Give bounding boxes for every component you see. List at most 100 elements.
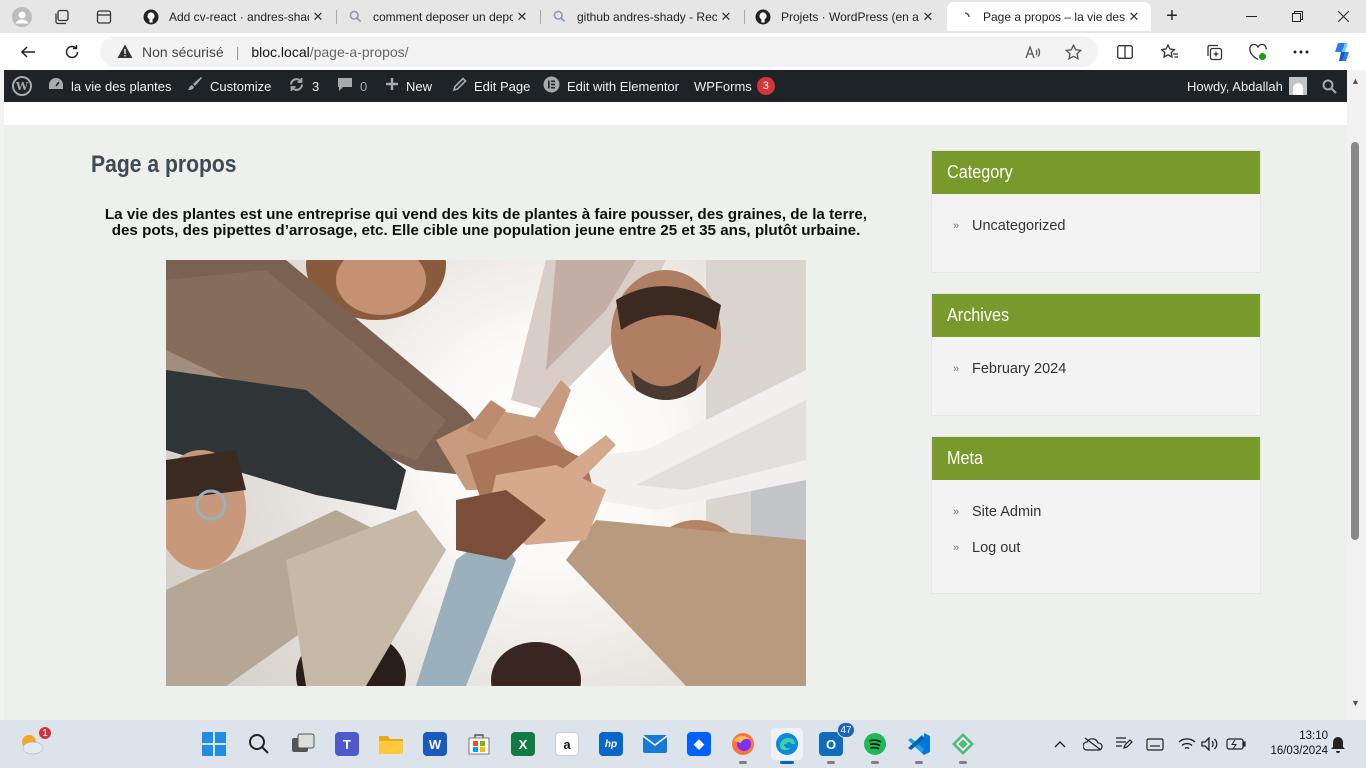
task-view-icon[interactable] <box>287 728 319 760</box>
wp-admin-bar: W la vie des plantes Customize 3 0 New E… <box>4 70 1347 102</box>
address-bar[interactable]: Non sécurisé | bloc.local/page-a-propos/ <box>100 36 1098 67</box>
security-label[interactable]: Non sécurisé <box>142 44 224 60</box>
pen-menu-icon[interactable] <box>1113 734 1135 754</box>
tab-title: Add cv-react · andres-shady <box>169 9 309 24</box>
url-host[interactable]: bloc.local <box>251 44 309 60</box>
tab-search-github[interactable]: github andres-shady - Recherche ✕ <box>541 2 745 31</box>
tab-title: Projets · WordPress (en anglais) <box>781 9 919 24</box>
browser-essentials-icon[interactable] <box>1243 37 1273 67</box>
firefox-icon[interactable] <box>727 728 759 764</box>
wifi-icon[interactable] <box>1176 734 1198 754</box>
updates-link[interactable]: 3 <box>288 70 319 102</box>
excel-icon[interactable]: X <box>507 728 539 760</box>
weather-badge: 1 <box>38 726 52 740</box>
scroll-up-icon[interactable]: ▲ <box>1351 76 1360 86</box>
log-out-link[interactable]: Log out <box>972 540 1020 556</box>
system-clock[interactable]: 13:10 16/03/2024 <box>1256 729 1328 759</box>
close-window-button[interactable] <box>1320 0 1366 33</box>
tab-github-projets[interactable]: Projets · WordPress (en anglais) ✕ <box>745 2 945 31</box>
hp-icon[interactable]: hp <box>595 728 627 760</box>
favorites-icon[interactable] <box>1155 37 1185 67</box>
customize-link[interactable]: Customize <box>187 70 271 102</box>
start-icon[interactable] <box>198 728 230 760</box>
search-icon[interactable] <box>1322 70 1337 102</box>
favorite-star-icon[interactable] <box>1063 42 1083 62</box>
mail-icon[interactable] <box>639 728 671 760</box>
edge-icon[interactable] <box>771 728 803 764</box>
list-item[interactable]: » Uncategorized <box>953 208 1260 244</box>
collections-icon[interactable] <box>1199 37 1229 67</box>
split-screen-icon[interactable] <box>1110 37 1140 67</box>
battery-icon[interactable] <box>1225 734 1247 754</box>
edit-with-elementor-link[interactable]: Edit with Elementor <box>543 70 679 102</box>
dropbox-icon[interactable]: ◆ <box>683 728 715 760</box>
tab-search-depot-git[interactable]: comment deposer un depot git ✕ <box>337 2 541 31</box>
archive-link[interactable]: February 2024 <box>972 361 1066 377</box>
updates-count: 3 <box>312 78 320 94</box>
wordpress-logo-icon[interactable]: W <box>12 70 32 102</box>
site-name-link[interactable]: la vie des plantes <box>48 70 171 102</box>
intro-paragraph: La vie des plantes est une entreprise qu… <box>104 206 868 239</box>
list-item[interactable]: » February 2024 <box>953 351 1260 387</box>
dashboard-icon <box>48 77 64 95</box>
file-explorer-icon[interactable] <box>375 728 407 760</box>
tab-title: github andres-shady - Recherche <box>577 9 717 24</box>
read-aloud-icon[interactable] <box>1023 42 1043 62</box>
page-title: Page a propos <box>91 151 237 178</box>
meta-widget: Meta » Site Admin » Log out <box>931 436 1261 594</box>
close-icon[interactable]: ✕ <box>717 9 735 25</box>
search-icon[interactable] <box>243 728 275 760</box>
scroll-down-icon[interactable]: ▼ <box>1351 698 1360 708</box>
edit-page-link[interactable]: Edit Page <box>452 70 530 102</box>
notification-bell-icon[interactable] <box>1327 734 1349 754</box>
volume-icon[interactable] <box>1199 734 1221 754</box>
chevron-up-icon[interactable] <box>1049 734 1071 754</box>
onedrive-icon[interactable] <box>1082 734 1104 754</box>
copilot-icon[interactable] <box>1328 37 1358 67</box>
active-indicator <box>780 761 794 764</box>
close-icon[interactable]: ✕ <box>513 9 531 25</box>
keyboard-icon[interactable] <box>1144 734 1166 754</box>
my-account-link[interactable]: Howdy, Abdallah <box>1187 70 1307 102</box>
new-tab-button[interactable]: + <box>1159 3 1185 29</box>
profile-icon[interactable] <box>7 3 37 30</box>
customize-label: Customize <box>210 78 272 94</box>
close-icon[interactable]: ✕ <box>919 9 937 25</box>
local-wp-icon[interactable] <box>947 728 979 764</box>
wpforms-link[interactable]: WPForms 3 <box>694 70 775 102</box>
vscode-icon[interactable] <box>903 728 935 764</box>
search-icon <box>551 9 567 25</box>
more-options-icon[interactable] <box>1286 37 1316 67</box>
minimize-button[interactable] <box>1228 0 1274 33</box>
amazon-icon[interactable]: a <box>551 728 583 760</box>
chevron-right-icon: » <box>953 542 960 554</box>
site-admin-link[interactable]: Site Admin <box>972 504 1041 520</box>
weather-icon[interactable]: 1 <box>16 726 52 760</box>
list-item[interactable]: » Log out <box>953 530 1260 566</box>
page-scrollbar[interactable]: ▲ ▼ <box>1347 70 1366 720</box>
scrollbar-thumb[interactable] <box>1351 142 1359 540</box>
tab-title: Page a propos – la vie des plantes <box>983 9 1125 24</box>
url-path[interactable]: /page-a-propos/ <box>310 44 409 60</box>
close-icon[interactable]: ✕ <box>1125 9 1143 25</box>
microsoft-store-icon[interactable] <box>463 728 495 760</box>
category-link[interactable]: Uncategorized <box>972 218 1066 234</box>
comments-link[interactable]: 0 <box>337 70 367 102</box>
list-item[interactable]: » Site Admin <box>953 494 1260 530</box>
avatar <box>1288 77 1307 95</box>
tab-github-cv-react[interactable]: Add cv-react · andres-shady ✕ <box>133 2 337 31</box>
vertical-tabs-icon[interactable] <box>89 3 119 30</box>
restore-button[interactable] <box>1274 0 1320 33</box>
spotify-icon[interactable] <box>859 728 891 764</box>
warning-icon[interactable] <box>117 44 133 60</box>
refresh-icon[interactable] <box>57 37 87 67</box>
word-icon[interactable]: W <box>419 728 451 760</box>
outlook-icon[interactable]: O 47 <box>815 722 855 764</box>
close-icon[interactable]: ✕ <box>309 9 327 25</box>
back-icon[interactable] <box>13 37 43 67</box>
new-content-link[interactable]: New <box>385 70 432 102</box>
tab-page-a-propos[interactable]: Page a propos – la vie des plantes ✕ <box>947 2 1151 31</box>
teams-icon[interactable]: T <box>331 728 363 760</box>
brush-icon <box>187 76 203 96</box>
workspaces-icon[interactable] <box>47 3 77 30</box>
